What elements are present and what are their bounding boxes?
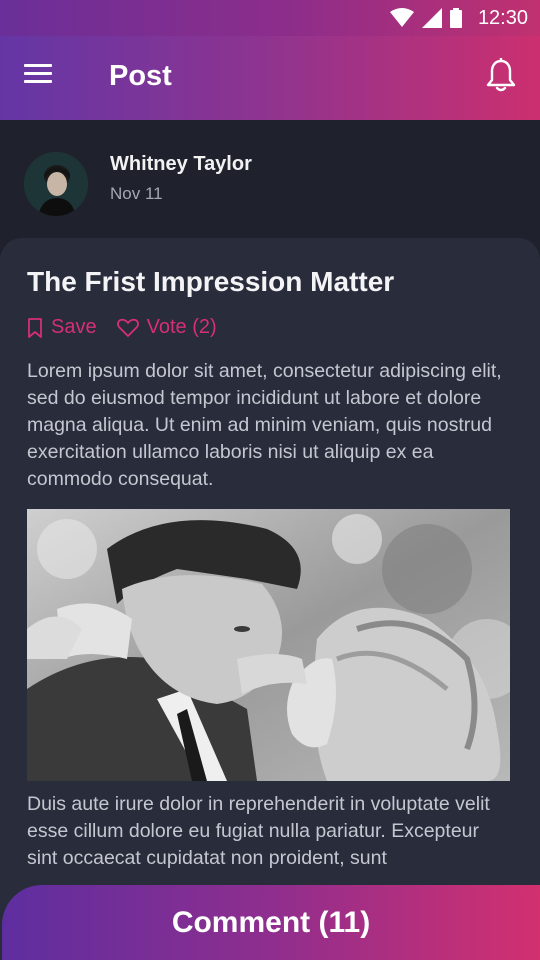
post-title: The Frist Impression Matter [27,266,395,297]
status-icons: 12:30 [389,0,528,36]
status-bar: 12:30 [0,0,540,36]
post-paragraph-1: Lorem ipsum dolor sit amet, consectetur … [27,360,502,490]
vote-button[interactable]: Vote (2) [116,316,217,339]
signal-icon [421,8,442,28]
author-name[interactable]: Whitney Taylor [110,153,252,176]
post-actions: Save Vote (2) [27,316,217,339]
post-date: Nov 11 [110,184,163,203]
page-title: Post [109,60,172,92]
menu-button[interactable] [24,64,52,88]
menu-icon-line [24,80,52,83]
notification-button[interactable] [486,57,516,92]
avatar[interactable] [24,152,88,216]
post-card: The Frist Impression Matter Save Vote (2… [0,238,540,960]
heart-icon [116,318,139,337]
save-label: Save [51,316,97,338]
author-row: Whitney Taylor Nov 11 [0,120,540,240]
vote-label: Vote (2) [146,316,217,338]
comment-label: Comment (11) [171,905,371,939]
bell-icon [486,57,516,92]
wifi-icon [389,8,414,27]
couple-photo [27,509,510,781]
post-image [27,509,510,781]
avatar-image [24,152,88,216]
menu-icon-line [24,72,52,75]
battery-icon [449,8,462,28]
save-button[interactable]: Save [27,316,97,339]
app-bar: Post [0,36,540,120]
status-time: 12:30 [477,6,528,29]
comment-button[interactable]: Comment (11) [2,885,540,960]
bookmark-icon [28,317,42,338]
post-paragraph-2: Duis aute irure dolor in reprehenderit i… [27,793,490,869]
menu-icon-line [24,64,52,67]
